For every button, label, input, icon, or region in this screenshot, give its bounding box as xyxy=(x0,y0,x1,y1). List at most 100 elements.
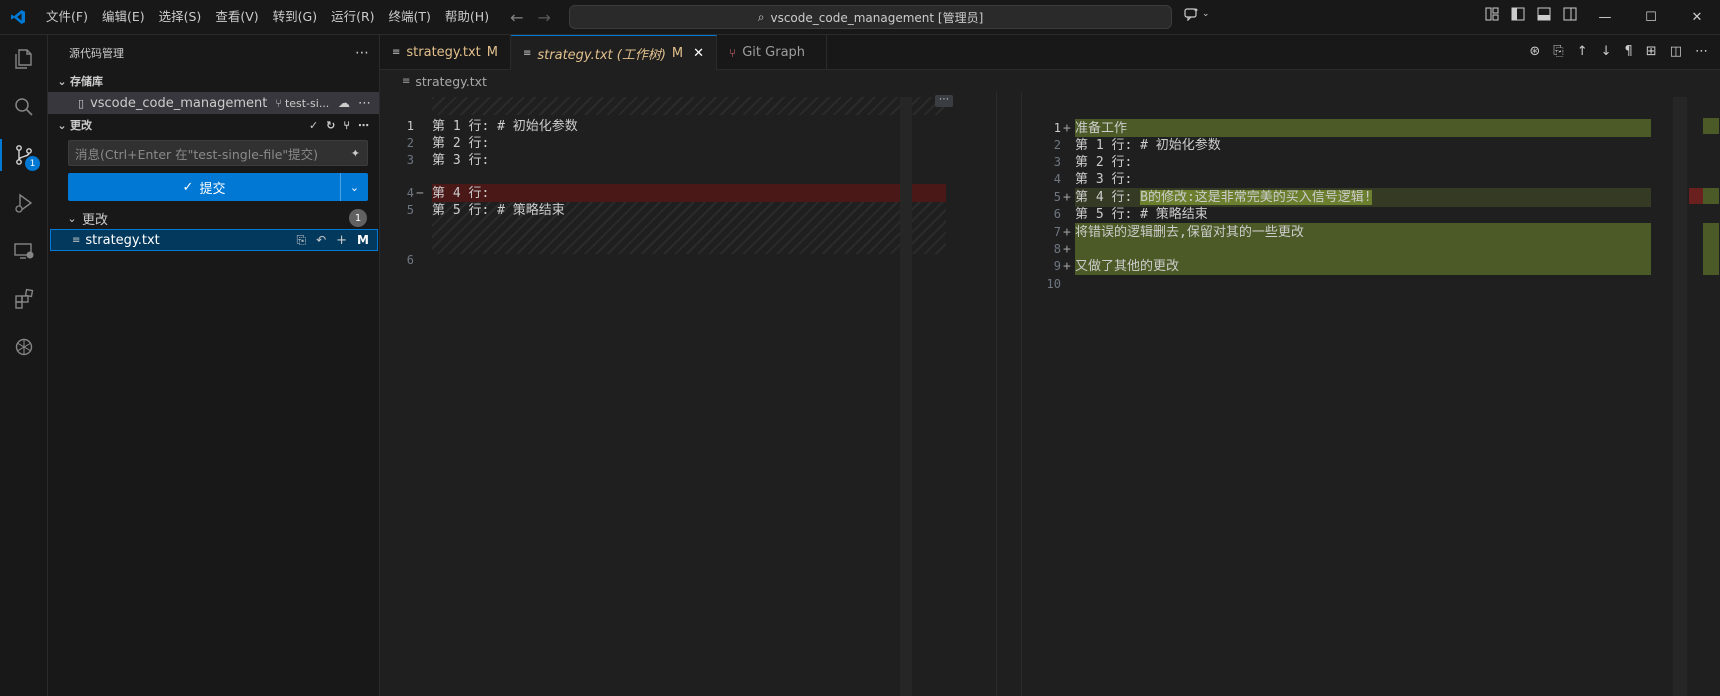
tab-strategy-txt-working-tree[interactable]: ≡ strategy.txt (工作树) M ✕ xyxy=(511,35,718,70)
breadcrumb-file: strategy.txt xyxy=(415,73,487,89)
tab-git-graph[interactable]: ⑂ Git Graph xyxy=(717,35,828,70)
repo-name: vscode_code_management xyxy=(90,95,268,111)
code-line[interactable]: 第 5 行: # 策略结束 xyxy=(1075,205,1208,224)
open-file-icon[interactable]: ⎘ xyxy=(296,233,306,248)
overview-insert-mark xyxy=(1703,223,1719,275)
code-text: 又做了其他的更改 xyxy=(1075,259,1180,274)
extensions-icon[interactable] xyxy=(0,275,48,323)
map-icon[interactable]: ⊞ xyxy=(1646,44,1657,59)
code-text: 第 3 行: xyxy=(1075,172,1133,187)
file-text-icon: ≡ xyxy=(523,47,532,59)
code-line[interactable]: 第 3 行: xyxy=(1075,170,1132,189)
sparkle-icon[interactable]: ✦ xyxy=(351,147,360,160)
commit-dropdown-button[interactable]: ⌄ xyxy=(340,173,368,201)
menu-item[interactable]: 转到(G) xyxy=(266,6,324,28)
commit-message-placeholder: 消息(Ctrl+Enter 在"test-single-file"提交) xyxy=(75,146,319,162)
search-icon: ⌕ xyxy=(757,9,765,24)
search-view-icon[interactable] xyxy=(0,83,48,131)
toggle-panel-icon[interactable] xyxy=(1536,6,1552,22)
stage-changes-icon[interactable]: + xyxy=(336,233,347,248)
split-editor-icon[interactable]: ◫ xyxy=(1670,44,1682,59)
branch-icon: ⑂ xyxy=(275,96,282,110)
more-actions-icon[interactable]: ⋯ xyxy=(1695,44,1708,59)
whitespace-icon[interactable]: ¶ xyxy=(1625,44,1633,59)
graph-icon[interactable]: ⑂ xyxy=(343,119,350,132)
discard-changes-icon[interactable]: ↶ xyxy=(316,233,326,247)
branch-name[interactable]: test-si... xyxy=(285,97,329,110)
menu-item[interactable]: 帮助(H) xyxy=(438,6,496,28)
remote-explorer-icon[interactable] xyxy=(0,227,48,275)
chatgpt-icon[interactable]: ⊛ xyxy=(1529,44,1540,59)
menu-item[interactable]: 编辑(E) xyxy=(95,6,152,28)
menu-bar: 文件(F) 编辑(E) 选择(S) 查看(V) 转到(G) 运行(R) 终端(T) 帮助(H) xyxy=(39,6,496,28)
toggle-primary-sidebar-icon[interactable] xyxy=(1510,6,1526,22)
changes-group-label: 更改 xyxy=(82,212,109,228)
menu-item[interactable]: 终端(T) xyxy=(382,6,438,28)
chevron-down-icon: ⌄ xyxy=(57,118,67,132)
changes-section-header[interactable]: ⌄ 更改 ✓ ↻ ⑂ ⋯ xyxy=(48,114,379,136)
inserted-line-highlight xyxy=(1075,119,1651,137)
back-arrow-icon[interactable]: ← xyxy=(510,8,523,27)
check-icon: ✓ xyxy=(182,179,194,195)
commit-message-input[interactable]: 消息(Ctrl+Enter 在"test-single-file"提交) ✦ xyxy=(68,140,368,166)
diff-more-icon[interactable]: ⋯ xyxy=(935,95,953,107)
scm-count-badge: 1 xyxy=(25,156,40,171)
maximize-icon[interactable]: ☐ xyxy=(1628,0,1674,34)
diff-modified-pane[interactable]: 1 + 准备工作 2 第 1 行: # 初始化参数 3 第 2 行: 4 第 3 行: 5 + 第 4… xyxy=(1037,92,1720,696)
run-debug-icon[interactable] xyxy=(0,179,48,227)
changes-group-row[interactable]: ⌄ 更改 1 xyxy=(48,207,379,229)
menu-item[interactable]: 选择(S) xyxy=(152,6,209,28)
file-text-icon: ≡ xyxy=(402,75,411,87)
close-tab-icon[interactable]: ✕ xyxy=(693,46,704,61)
more-actions-icon[interactable]: ⋯ xyxy=(355,45,369,61)
menu-item[interactable]: 查看(V) xyxy=(208,6,265,28)
commit-check-icon[interactable]: ✓ xyxy=(309,119,318,132)
previous-change-icon[interactable]: ↑ xyxy=(1577,44,1588,59)
repositories-section-header[interactable]: ⌄ 存储库 xyxy=(48,70,379,92)
next-change-icon[interactable]: ↓ xyxy=(1601,44,1612,59)
diff-original-pane[interactable]: 1第 1 行: # 初始化参数 2 第 2 行: 3 第 3 行: 4− 第 4 行: 5 第 … xyxy=(380,92,1036,696)
scrollbar[interactable] xyxy=(900,97,912,696)
explorer-icon[interactable] xyxy=(0,35,48,83)
tab-status: M xyxy=(486,45,498,60)
command-center-search[interactable]: ⌕ vscode_code_management [管理员] xyxy=(569,5,1172,29)
code-line[interactable]: 将错误的逻辑删去,保留对其的一些更改 xyxy=(1075,223,1304,242)
sync-cloud-icon[interactable]: ☁ xyxy=(338,96,350,110)
menu-item[interactable]: 运行(R) xyxy=(324,6,381,28)
repository-row[interactable]: ▯ vscode_code_management ⑂ test-si... ☁ … xyxy=(48,92,379,114)
diff-added-marker: + xyxy=(1063,190,1071,205)
editor-area: ≡ strategy.txt M ≡ strategy.txt (工作树) M … xyxy=(380,35,1720,696)
changes-more-icon[interactable]: ⋯ xyxy=(358,119,369,132)
copilot-chat-button[interactable]: ⌄ xyxy=(1184,7,1210,21)
chevron-down-icon: ⌄ xyxy=(349,180,360,194)
toggle-secondary-sidebar-icon[interactable] xyxy=(1562,6,1578,22)
repositories-label: 存储库 xyxy=(70,75,103,88)
commit-button[interactable]: ✓ 提交 ⌄ xyxy=(68,173,368,201)
chatgpt-icon[interactable] xyxy=(0,323,48,371)
changed-file-row[interactable]: ≡ strategy.txt ⎘ ↶ + M xyxy=(50,229,378,251)
code-line[interactable]: 又做了其他的更改 xyxy=(1075,257,1179,276)
command-center-label: vscode_code_management [管理员] xyxy=(770,10,984,25)
line-number: 9 xyxy=(1053,259,1061,273)
source-control-icon[interactable]: 1 xyxy=(0,131,48,179)
minimize-icon[interactable]: — xyxy=(1582,0,1628,34)
refresh-icon[interactable]: ↻ xyxy=(326,119,335,132)
diff-sash[interactable] xyxy=(996,92,1022,696)
vscode-logo-icon xyxy=(0,0,35,35)
code-text: 第 4 行: xyxy=(1075,190,1141,205)
line-number: 4 xyxy=(1053,172,1061,186)
repo-more-icon[interactable]: ⋯ xyxy=(358,96,371,111)
scrollbar[interactable] xyxy=(1673,97,1687,696)
code-line[interactable]: 第 5 行: # 策略结束 xyxy=(432,201,565,220)
customize-layout-icon[interactable] xyxy=(1484,6,1500,22)
code-line[interactable]: 第 3 行: xyxy=(432,151,489,170)
open-file-icon[interactable]: ⎘ xyxy=(1553,44,1563,59)
copilot-icon xyxy=(1184,8,1199,21)
forward-arrow-icon[interactable]: → xyxy=(537,8,550,27)
breadcrumb[interactable]: ≡ strategy.txt xyxy=(380,70,1720,92)
close-window-icon[interactable]: ✕ xyxy=(1674,0,1720,34)
deleted-line-highlight xyxy=(432,184,946,202)
tab-strategy-txt[interactable]: ≡ strategy.txt M xyxy=(380,35,511,70)
git-graph-icon: ⑂ xyxy=(729,45,737,60)
menu-item[interactable]: 文件(F) xyxy=(39,6,95,28)
